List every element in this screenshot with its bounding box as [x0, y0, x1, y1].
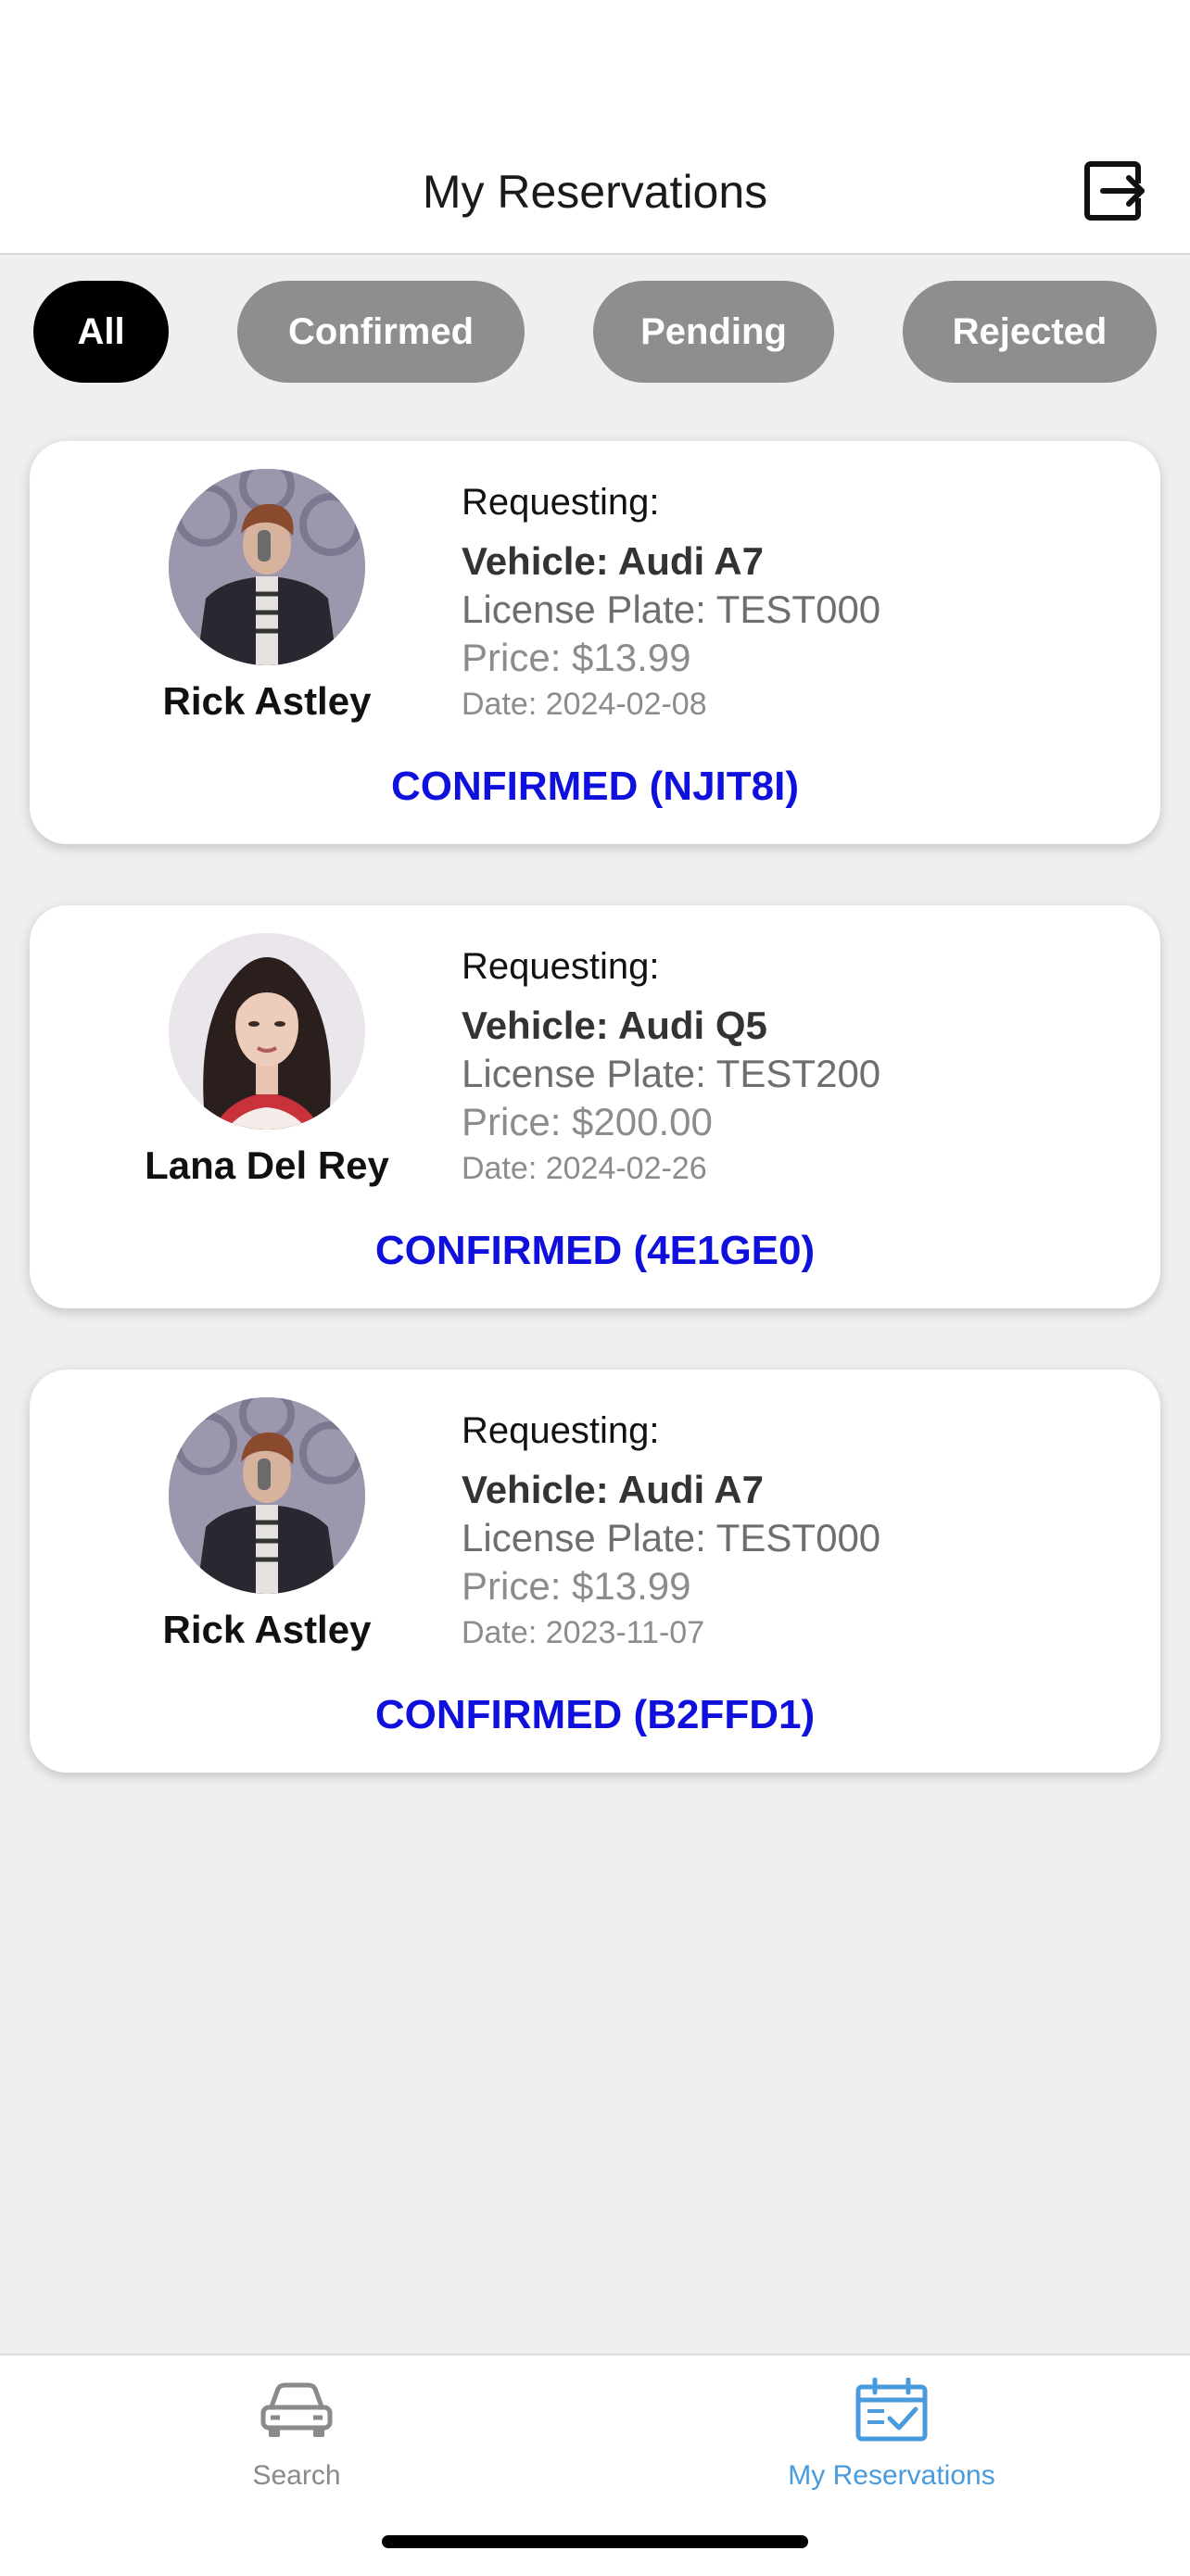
vehicle-name: Vehicle: Audi Q5 [462, 1004, 767, 1047]
page-title: My Reservations [422, 166, 768, 218]
filter-chip-pending[interactable]: Pending [593, 281, 834, 383]
reservation-card[interactable]: Lana Del Rey Requesting: Vehicle: Audi Q… [30, 905, 1160, 1308]
car-icon [260, 2382, 333, 2437]
tab-my-reservations-label: My Reservations [788, 2460, 995, 2491]
filter-chip-rejected[interactable]: Rejected [903, 281, 1157, 383]
date: Date: 2024-02-08 [462, 687, 707, 722]
person-name: Rick Astley [162, 1608, 372, 1651]
reservation-card[interactable]: Rick Astley Requesting: Vehicle: Audi A7… [30, 441, 1160, 844]
calendar-check-icon [855, 2378, 928, 2442]
logout-button[interactable] [1082, 159, 1147, 224]
status-badge: CONFIRMED (B2FFD1) [374, 1692, 816, 1737]
tab-search-label: Search [252, 2460, 341, 2491]
avatar [169, 933, 365, 1130]
price: Price: $200.00 [462, 1100, 713, 1143]
filter-chip-all[interactable]: All [33, 281, 169, 383]
logout-icon [1084, 161, 1145, 221]
requesting-label: Requesting: [462, 1410, 660, 1451]
reservation-details: Requesting: Vehicle: Audi A7 License Pla… [462, 1407, 1129, 1655]
person-photo-icon [169, 1397, 365, 1594]
reservation-details: Requesting: Vehicle: Audi A7 License Pla… [462, 478, 1129, 726]
home-indicator [382, 2535, 808, 2548]
license-plate: License Plate: TEST200 [462, 1052, 881, 1095]
tab-my-reservations[interactable]: My Reservations [706, 2378, 1077, 2496]
header-bar: My Reservations [0, 0, 1190, 255]
reservation-details: Requesting: Vehicle: Audi Q5 License Pla… [462, 942, 1129, 1191]
vehicle-name: Vehicle: Audi A7 [462, 539, 764, 583]
license-plate: License Plate: TEST000 [462, 1516, 881, 1559]
tab-search[interactable]: Search [111, 2378, 482, 2496]
person-photo-icon [169, 469, 365, 665]
date: Date: 2024-02-26 [462, 1151, 707, 1186]
date: Date: 2023-11-07 [462, 1615, 705, 1650]
person-name: Rick Astley [162, 679, 372, 723]
price: Price: $13.99 [462, 1564, 691, 1608]
status-badge: CONFIRMED (4E1GE0) [374, 1228, 816, 1273]
filter-chips: All Confirmed Pending Rejected [0, 281, 1190, 383]
avatar [169, 1397, 365, 1594]
requesting-label: Requesting: [462, 482, 660, 523]
license-plate: License Plate: TEST000 [462, 587, 881, 631]
person-name: Lana Del Rey [145, 1143, 389, 1187]
avatar [169, 469, 365, 665]
reservation-card[interactable]: Rick Astley Requesting: Vehicle: Audi A7… [30, 1370, 1160, 1773]
filter-chip-confirmed[interactable]: Confirmed [237, 281, 525, 383]
price: Price: $13.99 [462, 636, 691, 679]
requesting-label: Requesting: [462, 946, 660, 987]
status-badge: CONFIRMED (NJIT8I) [391, 764, 799, 809]
person-photo-icon [169, 933, 365, 1130]
vehicle-name: Vehicle: Audi A7 [462, 1468, 764, 1511]
